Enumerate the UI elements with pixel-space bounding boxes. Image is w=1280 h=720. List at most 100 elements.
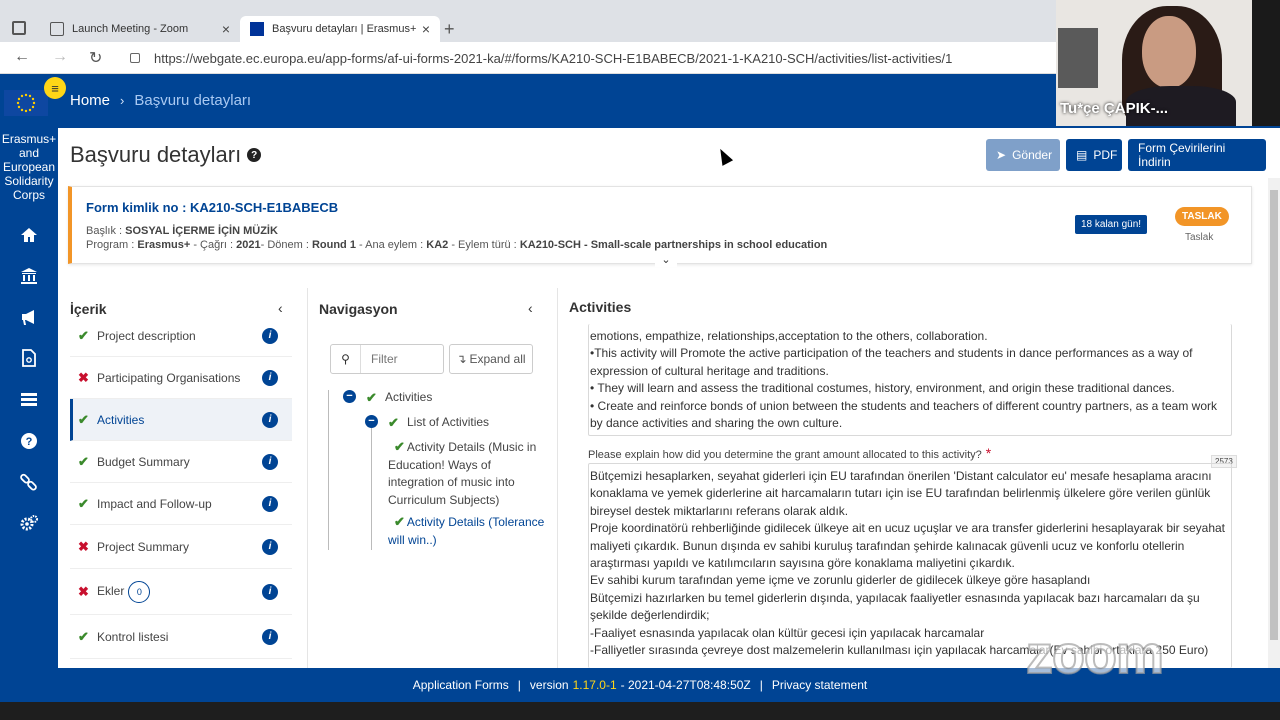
contents-item-label: Project Summary <box>97 539 190 554</box>
svg-text:?: ? <box>26 436 33 448</box>
tab-erasmus[interactable]: Başvuru detayları | Erasmus+ ve × <box>240 16 440 42</box>
contents-item-label: Project description <box>97 328 196 343</box>
back-icon[interactable]: ← <box>14 48 30 66</box>
contents-item-ekler[interactable]: ✖ Ekler 0 i <box>70 569 292 615</box>
contents-item-checklist[interactable]: ✔ Kontrol listesi i <box>70 615 292 659</box>
navigation-header: Navigasyon <box>319 301 398 317</box>
call-label: - Çağrı : <box>190 239 237 251</box>
pdf-button-label: PDF <box>1093 148 1118 162</box>
info-icon[interactable]: i <box>262 628 278 645</box>
document-icon[interactable] <box>18 347 40 369</box>
sidebar: Erasmus+ and European Solidarity Corps ? <box>0 128 58 668</box>
action-type-label: - Eylem türü : <box>448 239 520 251</box>
contents-item-label: Impact and Follow-up <box>97 496 212 511</box>
breadcrumb: Home › Başvuru detayları <box>70 92 251 109</box>
tree-node-list-of-activities[interactable]: − ✔ List of Activities <box>365 415 489 431</box>
check-icon: ✔ <box>394 439 405 454</box>
info-icon[interactable]: i <box>262 369 278 386</box>
url-field[interactable]: https://webgate.ec.europa.eu/app-forms/a… <box>130 47 1010 69</box>
pdf-button[interactable]: ▤ PDF <box>1066 139 1122 171</box>
zoom-watermark: zoom <box>1025 624 1165 686</box>
collapse-node-icon[interactable]: − <box>343 390 356 403</box>
expand-all-button[interactable]: ↴ Expand all <box>449 344 533 374</box>
home-icon[interactable] <box>18 224 40 246</box>
tree-node-label: Activity Details (Music in Education! Wa… <box>388 440 537 507</box>
collapse-contents-icon[interactable]: ‹ <box>278 300 283 316</box>
error-cross-icon: ✖ <box>78 583 89 599</box>
megaphone-icon[interactable] <box>18 306 40 328</box>
institution-icon[interactable] <box>18 265 40 287</box>
window-menu-icon[interactable] <box>12 21 26 35</box>
contents-item-project-description[interactable]: ✔ Project description i <box>70 315 292 357</box>
new-tab-icon[interactable]: + <box>444 19 455 40</box>
contents-item-budget-summary[interactable]: ✔ Budget Summary i <box>70 441 292 483</box>
zoom-bottom-bar <box>0 702 1280 720</box>
info-icon[interactable]: i <box>262 327 278 344</box>
close-tab-icon[interactable]: × <box>222 21 230 37</box>
paragraph: • Create and reinforce bonds of union be… <box>590 398 1218 431</box>
round-label: - Dönem : <box>260 239 312 251</box>
info-icon[interactable]: i <box>262 453 278 470</box>
tab-title: Launch Meeting - Zoom <box>72 23 189 35</box>
send-button[interactable]: ➤ Gönder <box>986 139 1060 171</box>
tree-node-label-wrap: ✔ Activity Details (Tolerance will win..) <box>388 513 548 549</box>
video-background-shelf <box>1058 28 1098 88</box>
menu-icon[interactable]: ≡ <box>44 77 66 99</box>
scrollbar-thumb[interactable] <box>1270 190 1278 640</box>
footer-build: - 2021-04-27T08:48:50Z <box>620 678 751 692</box>
tree-guide-line <box>371 428 372 550</box>
help-icon[interactable]: ? <box>247 148 262 162</box>
close-tab-icon[interactable]: × <box>422 21 430 37</box>
activity-description-text: emotions, empathize, relationships,accep… <box>590 328 1230 432</box>
help-icon[interactable]: ? <box>18 430 40 452</box>
eu-logo[interactable] <box>4 90 48 116</box>
download-translations-button[interactable]: Form Çevirilerini İndirin <box>1128 139 1266 171</box>
tree-node-activity-details-1[interactable]: ✔ Activity Details (Music in Education! W… <box>388 438 548 509</box>
navigation-filter: ⚲ <box>330 344 444 374</box>
contents-item-participating-organisations[interactable]: ✖ Participating Organisations i <box>70 357 292 399</box>
info-icon[interactable]: i <box>262 583 278 600</box>
privacy-statement-link[interactable]: Privacy statement <box>772 678 867 692</box>
info-icon[interactable]: i <box>262 538 278 555</box>
tree-node-activity-details-2[interactable]: ✔ Activity Details (Tolerance will win..) <box>388 513 548 549</box>
contents-item-label: Participating Organisations <box>97 370 241 385</box>
activities-header: Activities <box>569 299 632 315</box>
chevron-down-icon[interactable]: ⌄ <box>655 253 677 267</box>
collapse-node-icon[interactable]: − <box>365 415 378 428</box>
participant-video[interactable]: Tu*çe ÇAPIK-... <box>1056 0 1252 126</box>
info-icon[interactable]: i <box>262 411 278 428</box>
contents-item-label: Activities <box>97 412 145 427</box>
search-icon[interactable]: ⚲ <box>331 345 361 373</box>
paragraph: Bütçemizi hazırlarken bu temel giderleri… <box>590 590 1200 623</box>
forward-icon[interactable]: → <box>52 48 68 66</box>
contents-item-project-summary[interactable]: ✖ Project Summary i <box>70 525 292 569</box>
error-cross-icon: ✖ <box>78 538 89 554</box>
settings-icon[interactable] <box>18 512 40 534</box>
tree-node-activities[interactable]: − ✔ Activities <box>343 390 432 406</box>
breadcrumb-current: Başvuru detayları <box>134 92 252 109</box>
contents-item-impact-follow-up[interactable]: ✔ Impact and Follow-up i <box>70 483 292 525</box>
reload-icon[interactable]: ↻ <box>89 48 102 68</box>
list-icon[interactable] <box>18 388 40 410</box>
footer-version: 1.17.0-1 <box>572 678 617 692</box>
action-value: KA2 <box>426 239 449 251</box>
footer-app-name: Application Forms <box>412 678 509 692</box>
breadcrumb-home[interactable]: Home <box>70 92 110 109</box>
tree-guide-line <box>328 390 329 550</box>
program-label: Program : <box>86 239 138 251</box>
info-icon[interactable]: i <box>262 495 278 512</box>
contents-item-activities[interactable]: ✔ Activities i <box>70 399 292 441</box>
org-name: Erasmus+ and European Solidarity Corps <box>1 132 57 202</box>
status-badge: TASLAK <box>1175 207 1229 226</box>
participant-name: Tu*çe ÇAPIK-... <box>1060 100 1169 117</box>
expand-all-label: Expand all <box>469 352 526 366</box>
filter-input[interactable] <box>371 352 441 366</box>
page-scrollbar[interactable] <box>1268 178 1280 668</box>
chevron-right-icon: › <box>120 93 125 108</box>
question-text: Please explain how did you determine the… <box>588 449 982 461</box>
tab-zoom[interactable]: Launch Meeting - Zoom × <box>40 16 240 42</box>
error-cross-icon: ✖ <box>78 369 89 385</box>
link-icon[interactable] <box>18 471 40 493</box>
footer-version-label: version <box>529 678 569 692</box>
collapse-navigation-icon[interactable]: ‹ <box>528 300 533 316</box>
